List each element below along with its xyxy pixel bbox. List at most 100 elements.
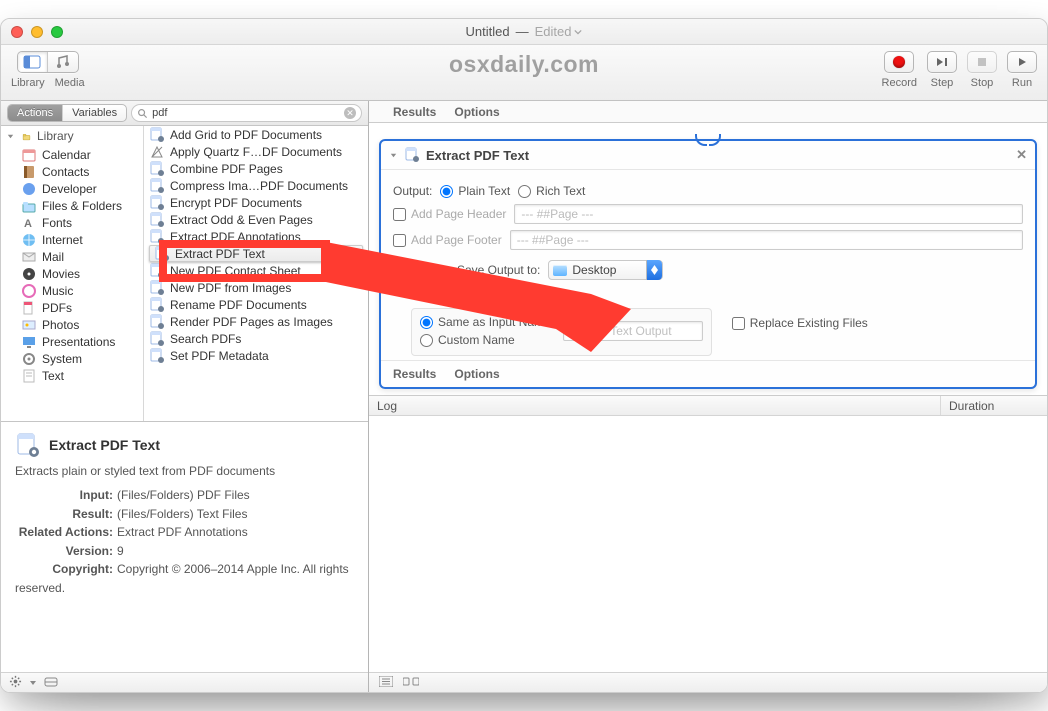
tab-options-top[interactable]: Options — [454, 105, 499, 119]
library-toggle[interactable] — [18, 52, 48, 72]
action-item[interactable]: Search PDFs — [144, 330, 368, 347]
output-filename-label: Output File Name: — [411, 288, 1023, 302]
checkbox-add-header[interactable]: Add Page Header — [393, 207, 506, 221]
left-footer — [1, 672, 368, 692]
window-title: Untitled — [466, 24, 510, 39]
category-item[interactable]: Files & Folders — [6, 197, 143, 214]
action-item[interactable]: New PDF from Images — [144, 279, 368, 296]
category-icon — [21, 198, 37, 214]
description-title: Extract PDF Text — [49, 437, 160, 453]
action-item[interactable]: Extract Odd & Even Pages — [144, 211, 368, 228]
record-button[interactable] — [884, 51, 914, 73]
category-icon: A — [21, 215, 37, 231]
actions-list[interactable]: Add Grid to PDF DocumentsApply Quartz F…… — [144, 126, 368, 421]
checkbox-add-footer[interactable]: Add Page Footer — [393, 233, 502, 247]
library-categories[interactable]: Library CalendarContactsDeveloperFiles &… — [1, 126, 144, 421]
tab-results-top[interactable]: Results — [393, 105, 436, 119]
category-item[interactable]: Music — [6, 282, 143, 299]
action-description: Extract PDF Text Extracts plain or style… — [1, 422, 368, 672]
save-to-popup[interactable]: Desktop — [548, 260, 663, 280]
action-item-icon — [149, 331, 165, 347]
category-item[interactable]: Photos — [6, 316, 143, 333]
checkbox-replace-existing[interactable]: Replace Existing Files — [732, 316, 868, 330]
category-item[interactable]: Text — [6, 367, 143, 384]
category-item[interactable]: Movies — [6, 265, 143, 282]
media-label: Media — [55, 77, 85, 89]
play-icon — [1016, 56, 1028, 68]
action-item-icon — [149, 212, 165, 228]
search-input[interactable] — [148, 107, 344, 119]
library-label: Library — [11, 77, 45, 89]
action-item[interactable]: Set PDF Metadata — [144, 347, 368, 364]
window-title-dash: — — [516, 24, 529, 39]
action-item[interactable]: Add Grid to PDF Documents — [144, 126, 368, 143]
category-item[interactable]: Developer — [6, 180, 143, 197]
card-foot-options[interactable]: Options — [454, 367, 499, 381]
action-item-icon — [149, 280, 165, 296]
category-icon — [21, 334, 37, 350]
card-foot-results[interactable]: Results — [393, 367, 436, 381]
action-item[interactable]: Apply Quartz F…DF Documents — [144, 143, 368, 160]
action-item[interactable]: New PDF Contact Sheet — [144, 262, 368, 279]
action-item-icon — [149, 144, 165, 160]
log-column-log[interactable]: Log — [369, 396, 941, 415]
workflow-area[interactable]: Extract PDF Text ✕ Output: Plain Text Ri… — [369, 123, 1047, 395]
radio-same-as-input[interactable]: Same as Input Name — [420, 315, 551, 329]
chevron-down-icon — [30, 681, 36, 685]
radio-plain-text[interactable]: Plain Text — [440, 184, 510, 198]
actions-search-field[interactable]: ✕ — [131, 104, 362, 122]
close-window-button[interactable] — [11, 26, 23, 38]
run-button[interactable] — [1007, 51, 1037, 73]
category-icon — [21, 147, 37, 163]
media-toggle[interactable] — [48, 52, 78, 72]
header-field[interactable]: --- ##Page --- — [514, 204, 1023, 224]
action-item[interactable]: Extract PDF Annotations — [144, 228, 368, 245]
category-icon — [21, 266, 37, 282]
zoom-window-button[interactable] — [51, 26, 63, 38]
remove-action-button[interactable]: ✕ — [1016, 147, 1027, 163]
footer-field[interactable]: --- ##Page --- — [510, 230, 1023, 250]
gear-menu[interactable] — [9, 675, 22, 691]
stop-label: Stop — [971, 77, 994, 89]
document-edited-menu[interactable]: Edited — [535, 24, 583, 39]
action-item[interactable]: Combine PDF Pages — [144, 160, 368, 177]
chevron-down-icon[interactable] — [389, 151, 398, 160]
description-toggle[interactable] — [44, 676, 58, 690]
action-item-icon — [149, 263, 165, 279]
category-item[interactable]: AFonts — [6, 214, 143, 231]
minimize-window-button[interactable] — [31, 26, 43, 38]
category-item[interactable]: Internet — [6, 231, 143, 248]
action-item[interactable]: Encrypt PDF Documents — [144, 194, 368, 211]
stop-button[interactable] — [967, 51, 997, 73]
action-item-icon — [149, 161, 165, 177]
window-controls — [11, 26, 63, 38]
run-label: Run — [1012, 77, 1032, 89]
action-item-icon — [149, 178, 165, 194]
action-item[interactable]: Extract PDF Text — [144, 245, 368, 262]
category-item[interactable]: PDFs — [6, 299, 143, 316]
tab-actions[interactable]: Actions — [8, 105, 63, 121]
tab-variables[interactable]: Variables — [63, 105, 126, 121]
action-card-extract-pdf-text[interactable]: Extract PDF Text ✕ Output: Plain Text Ri… — [379, 139, 1037, 389]
library-root-toggle[interactable]: Library — [6, 126, 143, 146]
radio-rich-text[interactable]: Rich Text — [518, 184, 585, 198]
category-item[interactable]: Contacts — [6, 163, 143, 180]
step-button[interactable] — [927, 51, 957, 73]
category-item[interactable]: Mail — [6, 248, 143, 265]
workflow-input-tabs: Results Options — [369, 101, 1047, 123]
category-item[interactable]: System — [6, 350, 143, 367]
action-item[interactable]: Rename PDF Documents — [144, 296, 368, 313]
custom-name-field[interactable]: Extract Text Output — [563, 321, 703, 341]
clear-search-button[interactable]: ✕ — [344, 107, 356, 119]
category-item[interactable]: Presentations — [6, 333, 143, 350]
view-flow-button[interactable] — [403, 676, 419, 690]
radio-custom-name[interactable]: Custom Name — [420, 333, 551, 347]
category-icon — [21, 317, 37, 333]
action-item-icon — [149, 127, 165, 143]
action-item[interactable]: Render PDF Pages as Images — [144, 313, 368, 330]
action-item[interactable]: Compress Ima…PDF Documents — [144, 177, 368, 194]
category-item[interactable]: Calendar — [6, 146, 143, 163]
view-list-button[interactable] — [379, 676, 393, 690]
category-icon — [21, 283, 37, 299]
log-column-duration[interactable]: Duration — [941, 396, 1047, 415]
